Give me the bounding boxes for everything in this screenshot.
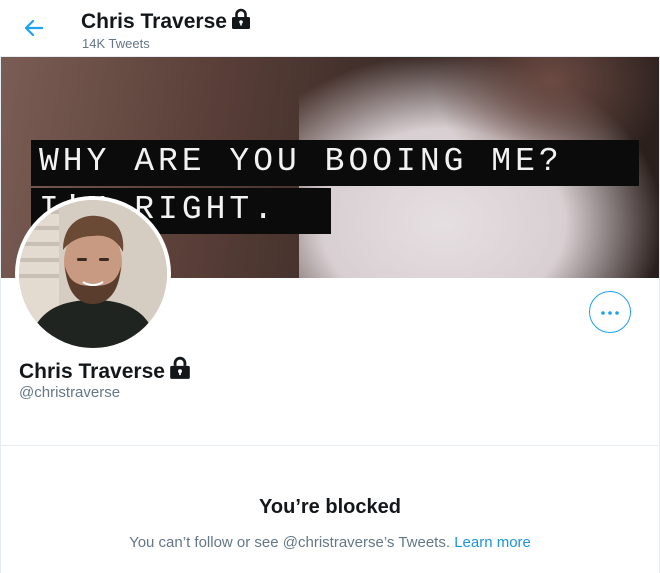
header-name: Chris Traverse	[81, 10, 227, 33]
tweet-count: 14K Tweets	[82, 36, 150, 51]
lock-icon	[170, 356, 190, 379]
blocked-title: You’re blocked	[259, 496, 401, 518]
header-title: Chris Traverse	[81, 8, 252, 35]
avatar[interactable]	[15, 196, 171, 352]
profile-header: Chris Traverse 14K Tweets	[0, 0, 660, 57]
lock-icon	[231, 8, 250, 29]
divider	[0, 445, 660, 446]
profile-handle: @christraverse	[19, 384, 121, 401]
profile-name-text: Chris Traverse	[19, 360, 165, 383]
more-icon	[601, 311, 619, 315]
more-button[interactable]	[589, 291, 631, 333]
banner-caption-line1: WHY ARE YOU BOOING ME?	[31, 140, 639, 186]
blocked-message-text: You can’t follow or see @christraverse’s…	[129, 534, 451, 551]
profile-name: Chris Traverse	[19, 356, 192, 384]
back-button[interactable]	[16, 10, 52, 46]
avatar-photo	[19, 200, 167, 348]
blocked-message: You can’t follow or see @christraverse’s…	[0, 534, 660, 552]
arrow-left-icon	[24, 19, 44, 37]
learn-more-link[interactable]: Learn more	[454, 534, 531, 551]
